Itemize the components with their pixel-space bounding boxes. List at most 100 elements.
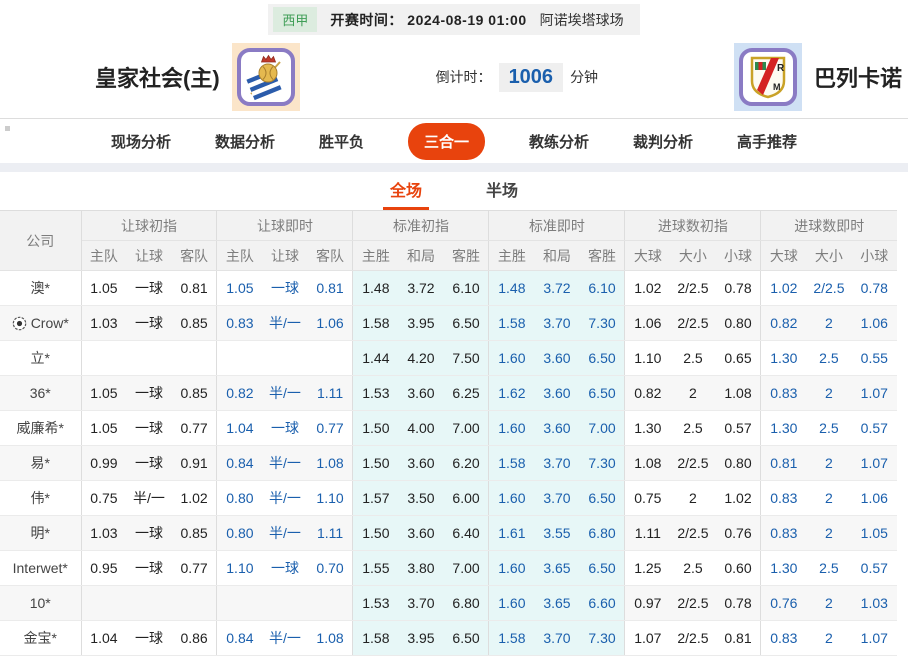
- odds-cell: 3.60: [398, 376, 443, 411]
- tab-expert-picks[interactable]: 高手推荐: [737, 131, 797, 152]
- odds-cell: [126, 341, 171, 376]
- company-name: 金宝*: [24, 628, 57, 648]
- odds-cell: 1.08: [308, 446, 353, 481]
- company-cell[interactable]: 易*: [0, 446, 81, 481]
- tab-live-analysis[interactable]: 现场分析: [111, 131, 171, 152]
- tab-win-draw-lose[interactable]: 胜平负: [319, 131, 364, 152]
- odds-cell: 2.5: [806, 411, 851, 446]
- odds-cell: 1.03: [81, 306, 126, 341]
- odds-cell: [126, 586, 171, 621]
- subtab-full-match[interactable]: 全场: [383, 169, 429, 210]
- odds-cell: 0.75: [625, 481, 670, 516]
- odds-cell: 1.25: [625, 551, 670, 586]
- match-header: 皇家社会(主) 倒计时： 1006 分钟: [0, 36, 908, 118]
- odds-cell: 3.70: [398, 586, 443, 621]
- odds-cell: 一球: [126, 271, 171, 306]
- odds-cell: 0.78: [716, 586, 761, 621]
- table-row: 澳*1.05一球0.811.05一球0.811.483.726.101.483.…: [0, 271, 897, 306]
- col-header: 主胜: [489, 241, 534, 271]
- divider-strip: [0, 163, 908, 172]
- odds-cell: 1.60: [489, 411, 534, 446]
- odds-cell: 6.25: [444, 376, 489, 411]
- odds-cell: 2/2.5: [670, 446, 715, 481]
- company-name: 澳*: [31, 278, 50, 298]
- odds-cell: 1.05: [81, 271, 126, 306]
- odds-cell: 2: [670, 481, 715, 516]
- company-column-header: 公司: [0, 211, 81, 271]
- odds-cell: [217, 586, 262, 621]
- col-header: 和局: [534, 241, 579, 271]
- odds-cell: 0.81: [716, 621, 761, 656]
- odds-cell: 0.81: [761, 446, 806, 481]
- odds-cell: 0.83: [761, 516, 806, 551]
- odds-cell: [262, 586, 307, 621]
- odds-cell: 0.78: [852, 271, 897, 306]
- odds-cell: 7.30: [580, 306, 625, 341]
- tab-referee-analysis[interactable]: 裁判分析: [633, 131, 693, 152]
- odds-table-body: 澳*1.05一球0.811.05一球0.811.483.726.101.483.…: [0, 271, 897, 656]
- odds-cell: 1.08: [308, 621, 353, 656]
- table-row: Crow*1.03一球0.850.83半/一1.061.583.956.501.…: [0, 306, 897, 341]
- odds-cell: [81, 586, 126, 621]
- odds-cell: 7.00: [444, 411, 489, 446]
- odds-cell: 2.5: [670, 411, 715, 446]
- company-cell[interactable]: 威廉希*: [0, 411, 81, 446]
- odds-cell: 半/一: [262, 306, 307, 341]
- odds-cell: 0.78: [716, 271, 761, 306]
- company-cell[interactable]: Crow*: [0, 306, 81, 341]
- countdown-label: 倒计时：: [436, 67, 492, 87]
- odds-cell: 半/一: [262, 621, 307, 656]
- tab-data-analysis[interactable]: 数据分析: [215, 131, 275, 152]
- odds-cell: 1.03: [852, 586, 897, 621]
- odds-cell: 0.80: [217, 516, 262, 551]
- company-cell[interactable]: Interwet*: [0, 551, 81, 586]
- odds-cell: 2/2.5: [806, 271, 851, 306]
- odds-cell: [308, 341, 353, 376]
- odds-cell: 1.57: [353, 481, 398, 516]
- company-name: Interwet*: [13, 560, 68, 576]
- odds-cell: 6.60: [580, 586, 625, 621]
- company-cell[interactable]: 10*: [0, 586, 81, 621]
- company-cell[interactable]: 明*: [0, 516, 81, 551]
- odds-cell: 1.60: [489, 551, 534, 586]
- company-cell[interactable]: 立*: [0, 341, 81, 376]
- odds-cell: 0.85: [172, 376, 217, 411]
- odds-cell: 一球: [126, 446, 171, 481]
- company-cell[interactable]: 澳*: [0, 271, 81, 306]
- odds-cell: 1.06: [852, 481, 897, 516]
- col-header: 客队: [308, 241, 353, 271]
- odds-cell: 6.10: [580, 271, 625, 306]
- company-cell[interactable]: 36*: [0, 376, 81, 411]
- odds-cell: 0.82: [625, 376, 670, 411]
- odds-cell: 1.30: [761, 411, 806, 446]
- odds-cell: 0.84: [217, 621, 262, 656]
- company-cell[interactable]: 伟*: [0, 481, 81, 516]
- odds-cell: 6.00: [444, 481, 489, 516]
- col-header: 小球: [716, 241, 761, 271]
- odds-cell: 1.60: [489, 341, 534, 376]
- odds-cell: 3.60: [534, 341, 579, 376]
- odds-cell: 0.70: [308, 551, 353, 586]
- odds-cell: 1.07: [625, 621, 670, 656]
- odds-cell: 1.04: [217, 411, 262, 446]
- odds-cell: 3.60: [534, 376, 579, 411]
- company-cell[interactable]: 金宝*: [0, 621, 81, 656]
- venue-name: 阿诺埃塔球场: [540, 10, 624, 30]
- kickoff-time: 开赛时间： 2024-08-19 01:00: [330, 10, 526, 30]
- tab-three-in-one[interactable]: 三合一: [408, 123, 485, 160]
- countdown-value: 1006: [499, 63, 564, 92]
- odds-cell: 0.85: [172, 516, 217, 551]
- subtab-half-match[interactable]: 半场: [479, 169, 525, 210]
- odds-cell: 0.83: [761, 376, 806, 411]
- table-row: 立*1.444.207.501.603.606.501.102.50.651.3…: [0, 341, 897, 376]
- odds-cell: 0.83: [217, 306, 262, 341]
- odds-cell: 一球: [126, 551, 171, 586]
- col-header: 客胜: [444, 241, 489, 271]
- odds-cell: 1.07: [852, 446, 897, 481]
- odds-cell: 0.91: [172, 446, 217, 481]
- odds-cell: 1.06: [625, 306, 670, 341]
- odds-cell: 6.80: [444, 586, 489, 621]
- tab-coach-analysis[interactable]: 教练分析: [529, 131, 589, 152]
- odds-cell: 0.77: [172, 551, 217, 586]
- odds-cell: 一球: [126, 621, 171, 656]
